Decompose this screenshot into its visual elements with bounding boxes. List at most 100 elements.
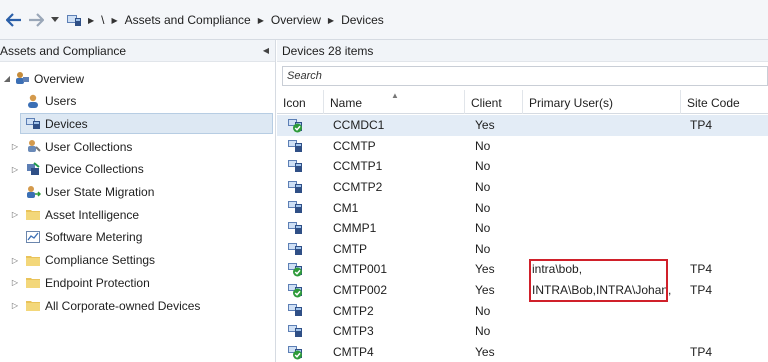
user-collections-icon <box>25 138 41 154</box>
expand-arrow-icon[interactable]: ▷ <box>10 301 20 310</box>
table-row[interactable]: CM1 No <box>277 197 768 218</box>
device-name-cell: CMTP002 <box>333 283 388 298</box>
client-cell: Yes <box>475 262 495 277</box>
site-code-cell: TP4 <box>690 283 713 298</box>
breadcrumb-root[interactable]: \ <box>101 13 104 27</box>
table-row[interactable]: CCMDC1 Yes TP4 <box>277 115 768 136</box>
back-button[interactable] <box>4 10 24 30</box>
tree-item-label: Overview <box>34 71 85 86</box>
client-cell: Yes <box>475 118 495 133</box>
managed-device-icon <box>287 282 303 298</box>
expand-arrow-icon[interactable]: ▷ <box>10 165 20 174</box>
client-cell: No <box>475 138 491 153</box>
device-name-cell: CMTP <box>333 241 367 256</box>
breadcrumb-assets-and-compliance[interactable]: Assets and Compliance <box>125 13 251 27</box>
client-cell: No <box>475 324 491 339</box>
device-name-cell: CMTP4 <box>333 344 374 359</box>
client-cell: No <box>475 180 491 195</box>
tree-item-label: Devices <box>45 116 88 131</box>
table-row[interactable]: CMTP No <box>277 239 768 260</box>
breadcrumb-separator-icon: ▶ <box>111 15 118 25</box>
search-box[interactable] <box>282 66 768 86</box>
forward-button[interactable] <box>26 10 46 30</box>
device-icon <box>287 323 303 339</box>
tree-item-label: Compliance Settings <box>45 253 156 268</box>
folder-icon <box>25 252 41 268</box>
device-icon <box>287 158 303 174</box>
site-code-cell: TP4 <box>690 118 713 133</box>
tree-item-compliance-settings[interactable]: ▷ Compliance Settings <box>0 250 272 271</box>
tree-item-label: Software Metering <box>45 230 143 245</box>
user-icon <box>25 93 41 109</box>
table-row[interactable]: CMTP002 Yes INTRA\Bob,INTRA\Johan, TP4 <box>277 280 768 301</box>
client-cell: No <box>475 221 491 236</box>
primary-users-highlight <box>529 259 668 302</box>
managed-device-icon <box>287 261 303 277</box>
tree-item-label: User Collections <box>45 139 133 154</box>
address-bar: ▶ \ ▶ Assets and Compliance ▶ Overview ▶… <box>0 0 768 40</box>
expand-arrow-icon[interactable]: ▷ <box>10 142 20 151</box>
tree-item-device-collections[interactable]: ▷ Device Collections <box>0 159 272 180</box>
table-row[interactable]: CCMTP2 No <box>277 177 768 198</box>
table-row[interactable]: CMTP2 No <box>277 300 768 321</box>
table-row[interactable]: CMMP1 No <box>277 218 768 239</box>
tree-item-devices[interactable]: Devices <box>0 113 273 135</box>
column-header-icon[interactable]: Icon <box>277 90 324 114</box>
tree-item-asset-intelligence[interactable]: ▷ Asset Intelligence <box>0 204 272 225</box>
device-name-cell: CMTP2 <box>333 303 374 318</box>
forward-arrow-icon <box>29 13 44 27</box>
chevron-down-icon <box>51 17 59 22</box>
tree-item-endpoint-protection[interactable]: ▷ Endpoint Protection <box>0 272 272 293</box>
expand-arrow-icon[interactable]: ▷ <box>10 278 20 287</box>
client-cell: Yes <box>475 344 495 359</box>
navigation-pane: Assets and Compliance ◀ ◢ Overview Users De… <box>0 40 276 362</box>
table-row[interactable]: CMTP3 No <box>277 321 768 342</box>
device-list-pane: Devices 28 items Icon Name ▲ Client Prim… <box>277 40 768 362</box>
breadcrumb-separator-icon: ▶ <box>327 15 335 25</box>
collapse-pane-icon[interactable]: ◀ <box>263 46 269 55</box>
expand-arrow-icon[interactable]: ▷ <box>10 210 20 219</box>
tree-item-label: All Corporate-owned Devices <box>45 298 201 313</box>
breadcrumb: ▶ \ ▶ Assets and Compliance ▶ Overview ▶… <box>88 11 384 29</box>
devices-icon <box>25 115 41 131</box>
tree-item-software-metering[interactable]: Software Metering <box>0 227 272 248</box>
sort-ascending-icon: ▲ <box>391 91 399 100</box>
table-row[interactable]: CCMTP1 No <box>277 156 768 177</box>
device-icon <box>287 138 303 154</box>
breadcrumb-separator-icon: ▶ <box>88 15 95 25</box>
tree-item-users[interactable]: Users <box>0 91 272 112</box>
device-icon <box>287 302 303 318</box>
device-name-cell: CCMTP <box>333 138 376 153</box>
device-icon <box>287 199 303 215</box>
tree-item-all-corporate-owned-devices[interactable]: ▷ All Corporate-owned Devices <box>0 295 272 316</box>
table-row[interactable]: CMTP001 Yes intra\bob, TP4 <box>277 259 768 280</box>
breadcrumb-devices[interactable]: Devices <box>341 13 384 27</box>
history-dropdown[interactable] <box>48 10 62 30</box>
folder-icon <box>25 274 41 290</box>
table-row[interactable]: CCMTP No <box>277 136 768 157</box>
column-header-primary-users[interactable]: Primary User(s) <box>523 90 681 114</box>
table-row[interactable]: CMTP4 Yes TP4 <box>277 342 768 362</box>
client-cell: Yes <box>475 283 495 298</box>
breadcrumb-overview[interactable]: Overview <box>271 13 321 27</box>
folder-icon <box>25 297 41 313</box>
console-icon <box>66 10 82 30</box>
list-header: Devices 28 items <box>277 40 768 62</box>
tree-item-user-collections[interactable]: ▷ User Collections <box>0 136 272 157</box>
tree-item-user-state-migration[interactable]: User State Migration <box>0 182 272 203</box>
client-cell: No <box>475 241 491 256</box>
device-name-cell: CMMP1 <box>333 221 377 236</box>
expand-arrow-icon[interactable]: ▷ <box>10 256 20 265</box>
tree-item-label: Endpoint Protection <box>45 275 150 290</box>
device-icon <box>287 241 303 257</box>
column-header-site-code[interactable]: Site Code <box>681 90 768 114</box>
device-name-cell: CM1 <box>333 200 359 215</box>
tree-item-overview[interactable]: ◢ Overview <box>0 68 272 89</box>
device-icon <box>287 220 303 236</box>
column-header-client[interactable]: Client <box>465 90 523 114</box>
managed-device-icon <box>287 117 303 133</box>
expanded-arrow-icon[interactable]: ◢ <box>2 74 12 83</box>
search-input[interactable] <box>283 67 767 85</box>
managed-device-icon <box>287 344 303 360</box>
tree-item-label: User State Migration <box>45 185 155 199</box>
